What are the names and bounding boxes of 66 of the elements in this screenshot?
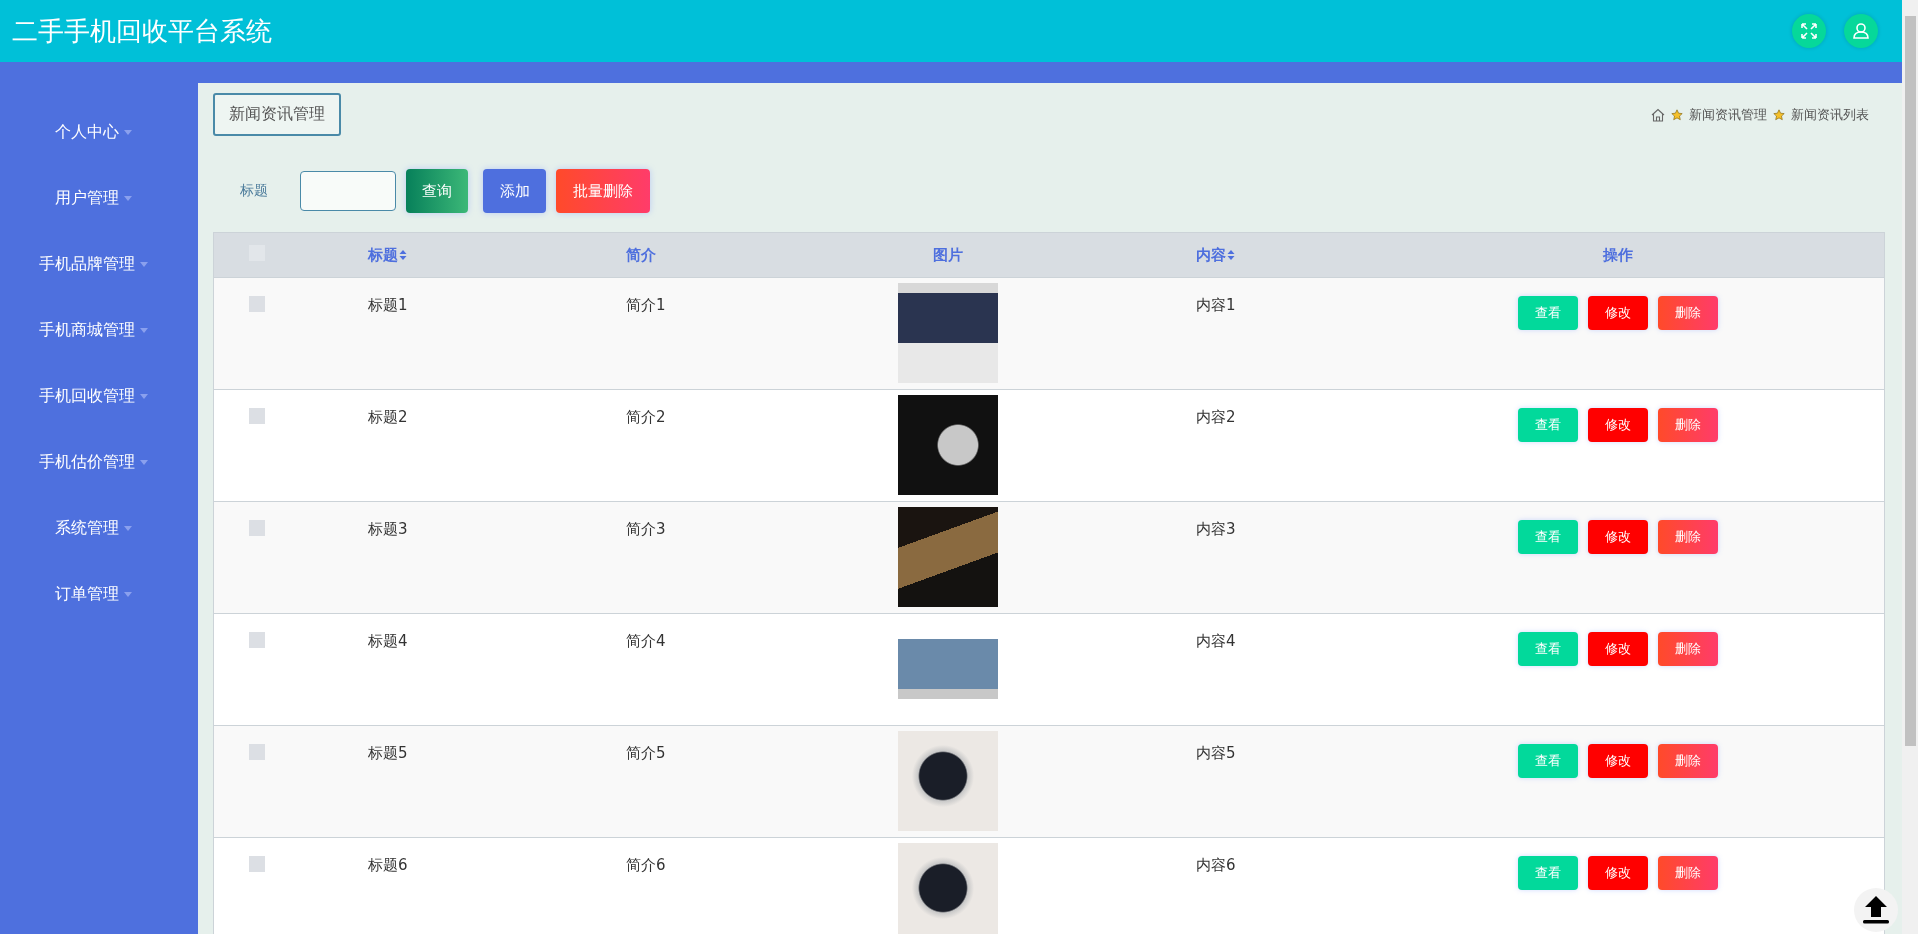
sidebar-item[interactable]: 手机估价管理 [38, 449, 148, 475]
edit-button[interactable]: 修改 [1588, 296, 1648, 330]
app-title: 二手手机回收平台系统 [12, 14, 272, 48]
delete-button[interactable]: 批量删除 [556, 169, 650, 213]
sidebar-item[interactable]: 系统管理 [54, 515, 132, 541]
table-cell: 简介6 [626, 856, 666, 874]
column-header: 简介 [626, 245, 656, 265]
table-cell: 标题1 [368, 296, 408, 314]
edit-button[interactable]: 修改 [1588, 632, 1648, 666]
table-cell: 标题3 [368, 520, 408, 538]
table-cell: 标题5 [368, 744, 408, 762]
delete-button[interactable]: 删除 [1658, 408, 1718, 442]
sort-icon[interactable] [399, 249, 407, 261]
table-cell: 内容5 [1196, 744, 1236, 762]
user-icon[interactable] [1844, 14, 1878, 48]
column-header: 图片 [932, 245, 964, 265]
home-icon[interactable] [1651, 107, 1665, 122]
table-cell: 简介4 [626, 632, 666, 650]
fullscreen-icon[interactable] [1792, 14, 1826, 48]
edit-button[interactable]: 修改 [1588, 856, 1648, 890]
table-cell: 内容2 [1196, 408, 1236, 426]
delete-button[interactable]: 删除 [1658, 520, 1718, 554]
delete-button[interactable]: 删除 [1658, 632, 1718, 666]
table-cell: 内容3 [1196, 520, 1236, 538]
row-checkbox[interactable] [249, 744, 265, 760]
row-checkbox[interactable] [249, 632, 265, 648]
title-label: 标题 [240, 182, 269, 200]
column-header[interactable]: 内容 [1196, 245, 1235, 265]
sidebar-item[interactable]: 手机商城管理 [38, 317, 148, 343]
sort-icon[interactable] [1227, 249, 1235, 261]
page-tag[interactable]: 新闻资讯管理 [213, 93, 341, 136]
delete-button[interactable]: 删除 [1658, 296, 1718, 330]
row-checkbox[interactable] [249, 856, 265, 872]
table-cell: 标题2 [368, 408, 408, 426]
table-cell: 简介2 [626, 408, 666, 426]
column-header: 操作 [1601, 245, 1634, 265]
table-cell: 内容1 [1196, 296, 1236, 314]
sidebar-item[interactable]: 用户管理 [54, 185, 132, 211]
sidebar-item[interactable]: 订单管理 [54, 581, 132, 607]
table-cell: 内容6 [1196, 856, 1236, 874]
table-cell: 内容4 [1196, 632, 1236, 650]
row-checkbox[interactable] [249, 520, 265, 536]
scrollbar[interactable] [1902, 0, 1918, 934]
row-checkbox[interactable] [249, 408, 265, 424]
table-cell: 标题6 [368, 856, 408, 874]
table-cell: 简介1 [626, 296, 666, 314]
delete-button[interactable]: 删除 [1658, 744, 1718, 778]
table-cell: 简介3 [626, 520, 666, 538]
sidebar-item[interactable]: 个人中心 [54, 119, 132, 145]
star-icon [1773, 108, 1785, 121]
star-icon [1671, 108, 1683, 121]
delete-button[interactable]: 删除 [1658, 856, 1718, 890]
breadcrumb-item[interactable]: 新闻资讯列表 [1791, 105, 1869, 124]
edit-button[interactable]: 修改 [1588, 408, 1648, 442]
table-cell: 简介5 [626, 744, 666, 762]
column-header[interactable]: 标题 [368, 245, 407, 265]
row-checkbox[interactable] [249, 296, 265, 312]
table-cell: 标题4 [368, 632, 408, 650]
sidebar-item[interactable]: 手机回收管理 [38, 383, 148, 409]
breadcrumb-item[interactable]: 新闻资讯管理 [1689, 105, 1767, 124]
edit-button[interactable]: 修改 [1588, 744, 1648, 778]
edit-button[interactable]: 修改 [1588, 520, 1648, 554]
title-input[interactable] [300, 171, 396, 211]
query-button[interactable]: 查询 [406, 169, 468, 213]
sidebar-item[interactable]: 手机品牌管理 [38, 251, 148, 277]
add-button[interactable]: 添加 [483, 169, 546, 213]
